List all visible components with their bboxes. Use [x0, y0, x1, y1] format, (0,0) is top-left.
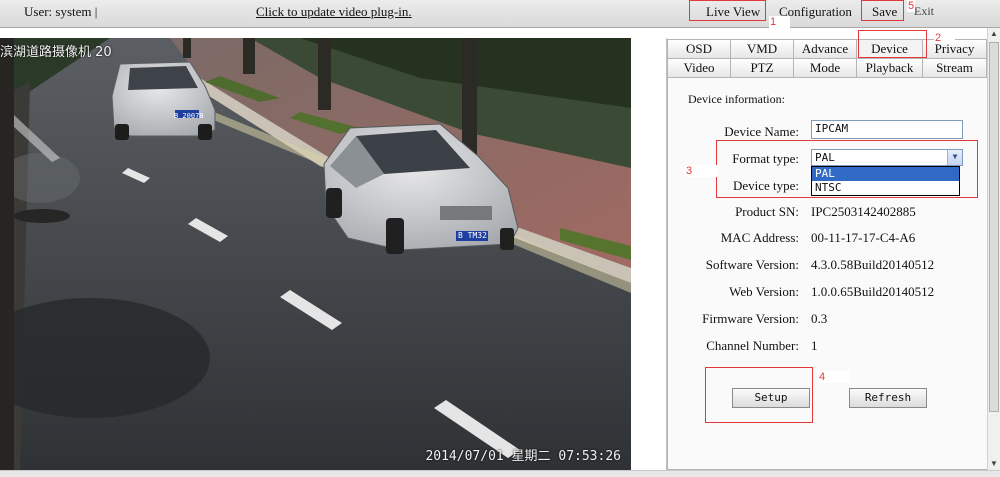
tab-advance[interactable]: Advance: [794, 39, 857, 59]
tab-playback[interactable]: Playback: [857, 58, 923, 78]
web-version-value: 1.0.0.65Build20140512: [811, 284, 935, 299]
video-frame: [0, 38, 631, 470]
device-name-input[interactable]: IPCAM: [811, 120, 963, 139]
annotation-number: 1: [769, 16, 791, 28]
tab-device[interactable]: Device: [857, 39, 923, 59]
format-type-select[interactable]: PAL ▼: [811, 149, 963, 166]
section-heading: Device information:: [688, 92, 785, 106]
software-version-value: 4.3.0.58Build20140512: [811, 257, 935, 272]
tab-ptz[interactable]: PTZ: [731, 58, 794, 78]
format-type-dropdown: PAL NTSC: [811, 166, 960, 196]
format-option-pal[interactable]: PAL: [812, 167, 959, 181]
tab-osd[interactable]: OSD: [667, 39, 731, 59]
timestamp-overlay: 2014/07/01 星期二 07:53:26: [425, 449, 621, 464]
camera-name-overlay: 滨湖道路摄像机 20: [0, 45, 112, 60]
license-plate-near: B TM32: [458, 231, 487, 240]
product-sn-label: Product SN:: [735, 204, 799, 219]
channel-number-label: Channel Number:: [706, 338, 799, 353]
tab-row-2: Video PTZ Mode Playback Stream: [667, 58, 988, 78]
software-version-label: Software Version:: [705, 257, 799, 272]
live-video-view[interactable]: 滨湖道路摄像机 20 B 20078 B TM32 2014/07/01 星期二…: [0, 38, 631, 470]
format-option-ntsc[interactable]: NTSC: [812, 181, 959, 195]
save-link[interactable]: Save: [872, 4, 897, 20]
annotation-number: 4: [818, 371, 850, 383]
tab-mode[interactable]: Mode: [794, 58, 857, 78]
license-plate-far: B 20078: [174, 112, 204, 120]
chevron-down-icon[interactable]: ▼: [947, 150, 962, 165]
exit-link[interactable]: Exit: [914, 4, 934, 19]
firmware-version-value: 0.3: [811, 311, 828, 326]
device-name-label: Device Name:: [724, 124, 799, 139]
channel-number-value: 1: [811, 338, 818, 353]
mac-address-value: 00-11-17-17-C4-A6: [811, 230, 916, 245]
mac-address-label: MAC Address:: [720, 230, 799, 245]
device-type-label: Device type:: [732, 178, 799, 193]
user-label: User: system |: [24, 4, 98, 19]
scroll-up-icon[interactable]: ▲: [988, 28, 1000, 40]
tab-vmd[interactable]: VMD: [731, 39, 794, 59]
annotation-number: 5: [907, 0, 916, 12]
tab-stream[interactable]: Stream: [923, 58, 987, 78]
configuration-panel: OSD VMD Advance Device Privacy Video PTZ…: [666, 38, 988, 470]
web-version-label: Web Version:: [729, 284, 799, 299]
update-plugin-link[interactable]: Click to update video plug-in.: [256, 4, 412, 20]
scrollbar-thumb[interactable]: [989, 42, 999, 412]
setup-button[interactable]: Setup: [732, 388, 810, 408]
top-toolbar: User: system | Click to update video plu…: [0, 0, 1000, 28]
annotation-number: 3: [685, 165, 719, 177]
product-sn-value: IPC2503142402885: [811, 204, 916, 219]
horizontal-scrollbar[interactable]: [0, 470, 1000, 477]
refresh-button[interactable]: Refresh: [849, 388, 927, 408]
device-info-form: Device information: Device Name: IPCAM F…: [667, 78, 988, 470]
vertical-scrollbar[interactable]: ▲ ▼: [987, 28, 1000, 470]
format-type-value: PAL: [815, 151, 835, 164]
live-view-link[interactable]: Live View: [706, 4, 760, 20]
tab-video[interactable]: Video: [667, 58, 731, 78]
firmware-version-label: Firmware Version:: [702, 311, 799, 326]
annotation-number: 2: [934, 32, 956, 44]
scroll-down-icon[interactable]: ▼: [988, 458, 1000, 470]
